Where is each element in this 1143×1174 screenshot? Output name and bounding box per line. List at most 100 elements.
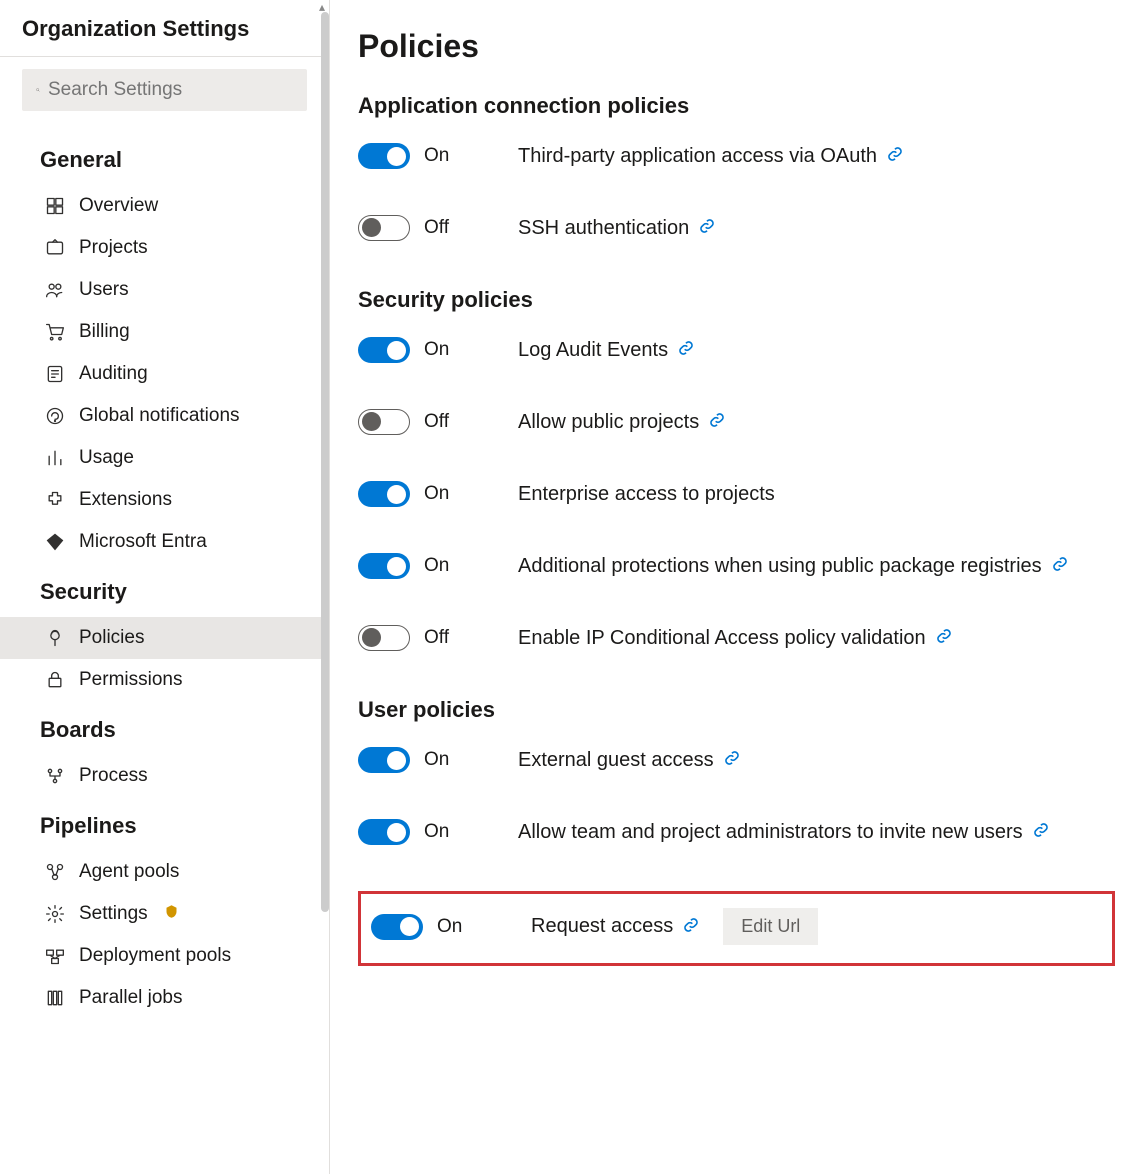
policy-description: Additional protections when using public… — [518, 555, 1115, 578]
sidebar-item-policies[interactable]: Policies — [0, 617, 329, 659]
policy-description: Request access Edit Url — [531, 908, 1102, 945]
sidebar-item-label: Users — [79, 279, 129, 301]
link-icon[interactable] — [683, 917, 699, 937]
policy-label: Request access — [531, 915, 673, 938]
sidebar-item-deployment-pools[interactable]: Deployment pools — [0, 935, 329, 977]
shield-warning-icon — [164, 903, 179, 925]
scroll-up-icon[interactable]: ▴ — [319, 0, 329, 10]
section-header-boards: Boards — [0, 701, 329, 755]
toggle-state-label: Off — [424, 217, 449, 239]
notifications-icon — [45, 406, 65, 426]
sidebar-item-label: Permissions — [79, 669, 182, 691]
sidebar-item-process[interactable]: Process — [0, 755, 329, 797]
group-title: Application connection policies — [358, 93, 1115, 119]
toggle-switch[interactable] — [358, 215, 410, 241]
page-title: Policies — [358, 28, 1115, 65]
extensions-icon — [45, 490, 65, 510]
link-icon[interactable] — [1052, 556, 1068, 576]
link-icon[interactable] — [887, 146, 903, 166]
main-content: Policies Application connection policies… — [330, 0, 1143, 1174]
toggle-switch[interactable] — [358, 337, 410, 363]
policy-row: Off SSH authentication — [358, 215, 1115, 241]
link-icon[interactable] — [709, 412, 725, 432]
policy-label: External guest access — [518, 749, 714, 772]
toggle-wrap: On — [358, 143, 518, 169]
link-icon[interactable] — [678, 340, 694, 360]
policy-row: On Log Audit Events — [358, 337, 1115, 363]
policy-label: Enterprise access to projects — [518, 483, 775, 506]
toggle-state-label: On — [424, 555, 449, 577]
agentpools-icon — [45, 862, 65, 882]
paralleljobs-icon — [45, 988, 65, 1008]
sidebar-item-extensions[interactable]: Extensions — [0, 479, 329, 521]
policy-row: OffEnable IP Conditional Access policy v… — [358, 625, 1115, 651]
projects-icon — [45, 238, 65, 258]
sidebar-item-billing[interactable]: Billing — [0, 311, 329, 353]
group-title: User policies — [358, 697, 1115, 723]
toggle-switch[interactable] — [358, 819, 410, 845]
toggle-switch[interactable] — [358, 625, 410, 651]
sidebar-item-parallel-jobs[interactable]: Parallel jobs — [0, 977, 329, 1019]
policy-row: On Allow team and project administrators … — [358, 819, 1115, 845]
policy-description: SSH authentication — [518, 217, 1115, 240]
policy-label: Third-party application access via OAuth — [518, 145, 877, 168]
toggle-switch[interactable] — [358, 747, 410, 773]
scroll-thumb[interactable] — [321, 12, 329, 912]
toggle-wrap: Off — [358, 625, 518, 651]
sidebar-item-label: Usage — [79, 447, 134, 469]
toggle-wrap: Off — [358, 409, 518, 435]
edit-url-button[interactable]: Edit Url — [723, 908, 818, 945]
sidebar-item-label: Extensions — [79, 489, 172, 511]
sidebar-item-global-notifications[interactable]: Global notifications — [0, 395, 329, 437]
group-title: Security policies — [358, 287, 1115, 313]
overview-icon — [45, 196, 65, 216]
link-icon[interactable] — [699, 218, 715, 238]
policy-description: Allow public projects — [518, 411, 1115, 434]
toggle-switch[interactable] — [371, 914, 423, 940]
policy-row: OnEnterprise access to projects — [358, 481, 1115, 507]
section-header-general: General — [0, 131, 329, 185]
sidebar-item-label: Microsoft Entra — [79, 531, 207, 553]
scrollbar[interactable]: ▴ — [319, 0, 329, 1174]
policy-label: Log Audit Events — [518, 339, 668, 362]
toggle-wrap: Off — [358, 215, 518, 241]
toggle-switch[interactable] — [358, 481, 410, 507]
toggle-state-label: On — [424, 821, 449, 843]
toggle-wrap: On — [371, 914, 531, 940]
sidebar-item-projects[interactable]: Projects — [0, 227, 329, 269]
sidebar-item-label: Process — [79, 765, 148, 787]
toggle-switch[interactable] — [358, 409, 410, 435]
sidebar-item-label: Projects — [79, 237, 148, 259]
sidebar-item-settings[interactable]: Settings — [0, 893, 329, 935]
usage-icon — [45, 448, 65, 468]
toggle-state-label: On — [424, 339, 449, 361]
toggle-state-label: On — [424, 749, 449, 771]
search-box[interactable] — [22, 69, 307, 111]
policy-label: Allow team and project administrators to… — [518, 821, 1023, 844]
link-icon[interactable] — [936, 628, 952, 648]
toggle-wrap: On — [358, 553, 518, 579]
toggle-switch[interactable] — [358, 143, 410, 169]
policies-icon — [45, 628, 65, 648]
sidebar-item-usage[interactable]: Usage — [0, 437, 329, 479]
policy-row: OnRequest access Edit Url — [371, 908, 1102, 945]
link-icon[interactable] — [1033, 822, 1049, 842]
sidebar-item-auditing[interactable]: Auditing — [0, 353, 329, 395]
sidebar-item-label: Settings — [79, 903, 148, 925]
sidebar-item-users[interactable]: Users — [0, 269, 329, 311]
sidebar-item-agent-pools[interactable]: Agent pools — [0, 851, 329, 893]
search-input[interactable] — [48, 79, 293, 101]
sidebar-title: Organization Settings — [0, 0, 329, 57]
sidebar-item-overview[interactable]: Overview — [0, 185, 329, 227]
toggle-wrap: On — [358, 747, 518, 773]
sidebar-item-permissions[interactable]: Permissions — [0, 659, 329, 701]
policy-row: OffAllow public projects — [358, 409, 1115, 435]
sidebar-item-label: Global notifications — [79, 405, 240, 427]
toggle-switch[interactable] — [358, 553, 410, 579]
settings-icon — [45, 904, 65, 924]
policy-row: OnThird-party application access via OAu… — [358, 143, 1115, 169]
users-icon — [45, 280, 65, 300]
link-icon[interactable] — [724, 750, 740, 770]
sidebar-item-microsoft-entra[interactable]: Microsoft Entra — [0, 521, 329, 563]
section-header-pipelines: Pipelines — [0, 797, 329, 851]
